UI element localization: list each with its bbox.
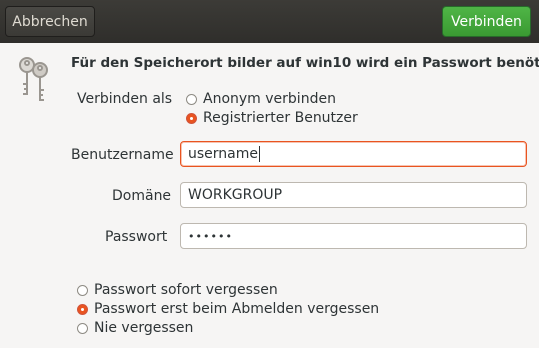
keys-icon (19, 57, 48, 101)
username-field[interactable]: username (180, 141, 527, 167)
radio-registered-user[interactable]: Registrierter Benutzer (186, 110, 358, 126)
dialog-title: Für den Speicherort bilder auf win10 wir… (71, 55, 539, 71)
radio-label: Passwort sofort vergessen (94, 282, 278, 298)
username-label: Benutzername (71, 147, 174, 163)
cancel-button[interactable]: Abbrechen (5, 6, 95, 37)
text-caret (259, 146, 260, 162)
radio-button[interactable] (77, 303, 88, 315)
domain-field[interactable]: WORKGROUP (180, 182, 527, 208)
domain-label: Domäne (112, 188, 172, 204)
radio-forget-immediately[interactable]: Passwort sofort vergessen (77, 282, 278, 298)
radio-label: Passwort erst beim Abmelden vergessen (94, 301, 380, 317)
domain-value: WORKGROUP (188, 187, 283, 203)
radio-button[interactable] (77, 322, 88, 334)
connect-button[interactable]: Verbinden (442, 6, 531, 37)
password-label: Passwort (105, 229, 168, 245)
radio-never-forget[interactable]: Nie vergessen (77, 320, 193, 336)
radio-button[interactable] (77, 284, 88, 296)
radio-label: Anonym verbinden (203, 91, 336, 107)
radio-forget-on-logout[interactable]: Passwort erst beim Abmelden vergessen (77, 301, 379, 317)
radio-button[interactable] (186, 112, 197, 124)
connect-as-label: Verbinden als (77, 91, 173, 107)
password-field[interactable]: •••••• (180, 223, 527, 249)
username-value: username (188, 146, 258, 162)
password-value: •••••• (188, 229, 233, 243)
header-bar: Abbrechen Verbinden (0, 0, 539, 43)
radio-label: Registrierter Benutzer (203, 110, 358, 126)
radio-button[interactable] (186, 93, 197, 105)
radio-label: Nie vergessen (94, 320, 194, 336)
radio-anonymous[interactable]: Anonym verbinden (186, 91, 336, 107)
